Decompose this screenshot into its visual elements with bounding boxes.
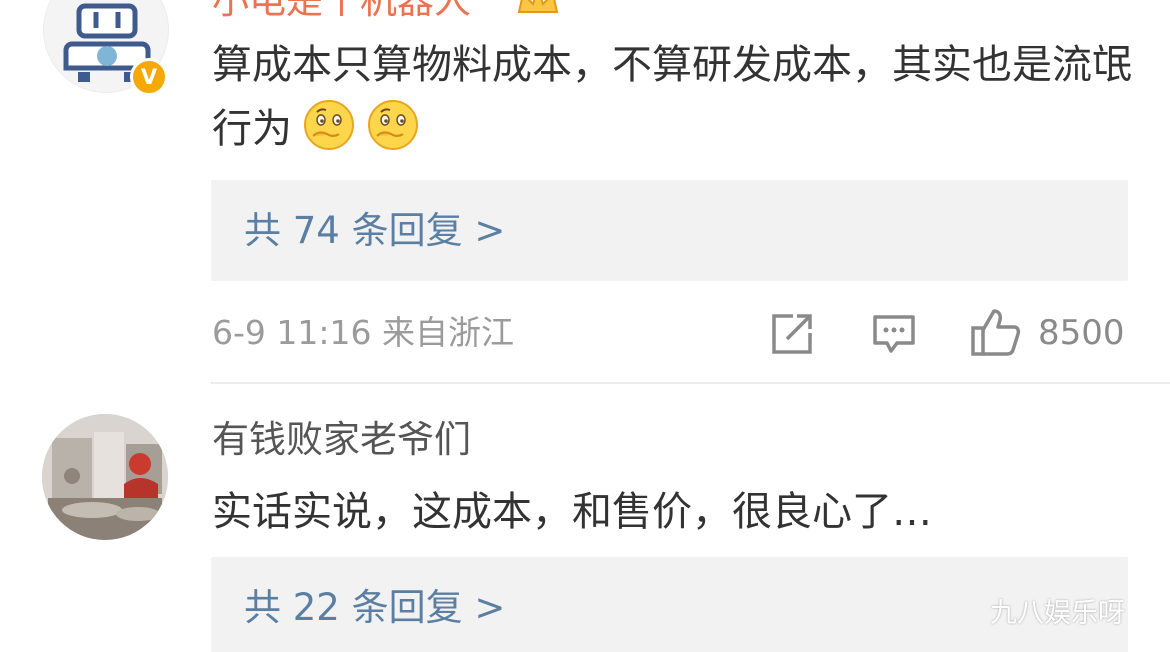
user-avatar[interactable] <box>42 414 168 540</box>
verified-badge-icon: V <box>130 58 168 96</box>
like-count: 8500 <box>1038 313 1125 353</box>
comment-feed: V 小电是个机器人 算成本只算物料成本，不算研发成本，其实也是流氓行为 共 74… <box>0 0 1170 652</box>
comment-icon[interactable] <box>871 313 917 355</box>
view-replies-link[interactable]: 共 74 条回复 > <box>244 208 505 254</box>
crown-icon <box>517 0 559 13</box>
comment-text: 算成本只算物料成本，不算研发成本，其实也是流氓行为 <box>212 33 1142 161</box>
thumbs-up-icon[interactable] <box>970 307 1022 357</box>
share-icon[interactable] <box>769 311 815 357</box>
thinking-emoji-icon <box>368 100 418 150</box>
comment-text: 实话实说，这成本，和售价，很良心了… <box>212 480 1142 544</box>
thinking-emoji-icon <box>304 100 354 150</box>
photo-avatar-icon <box>42 414 168 540</box>
comment-username[interactable]: 小电是个机器人 <box>212 0 471 24</box>
comment-meta: 6-9 11:16 来自浙江 <box>212 313 514 352</box>
watermark: 九八娱乐呀 <box>990 598 1125 629</box>
comment-body: 实话实说，这成本，和售价，很良心了… <box>212 489 932 535</box>
comment-username[interactable]: 有钱败家老爷们 <box>212 417 471 463</box>
replies-box[interactable]: 共 74 条回复 > <box>211 180 1128 281</box>
view-replies-link[interactable]: 共 22 条回复 > <box>244 585 505 631</box>
comment-divider <box>211 382 1170 384</box>
